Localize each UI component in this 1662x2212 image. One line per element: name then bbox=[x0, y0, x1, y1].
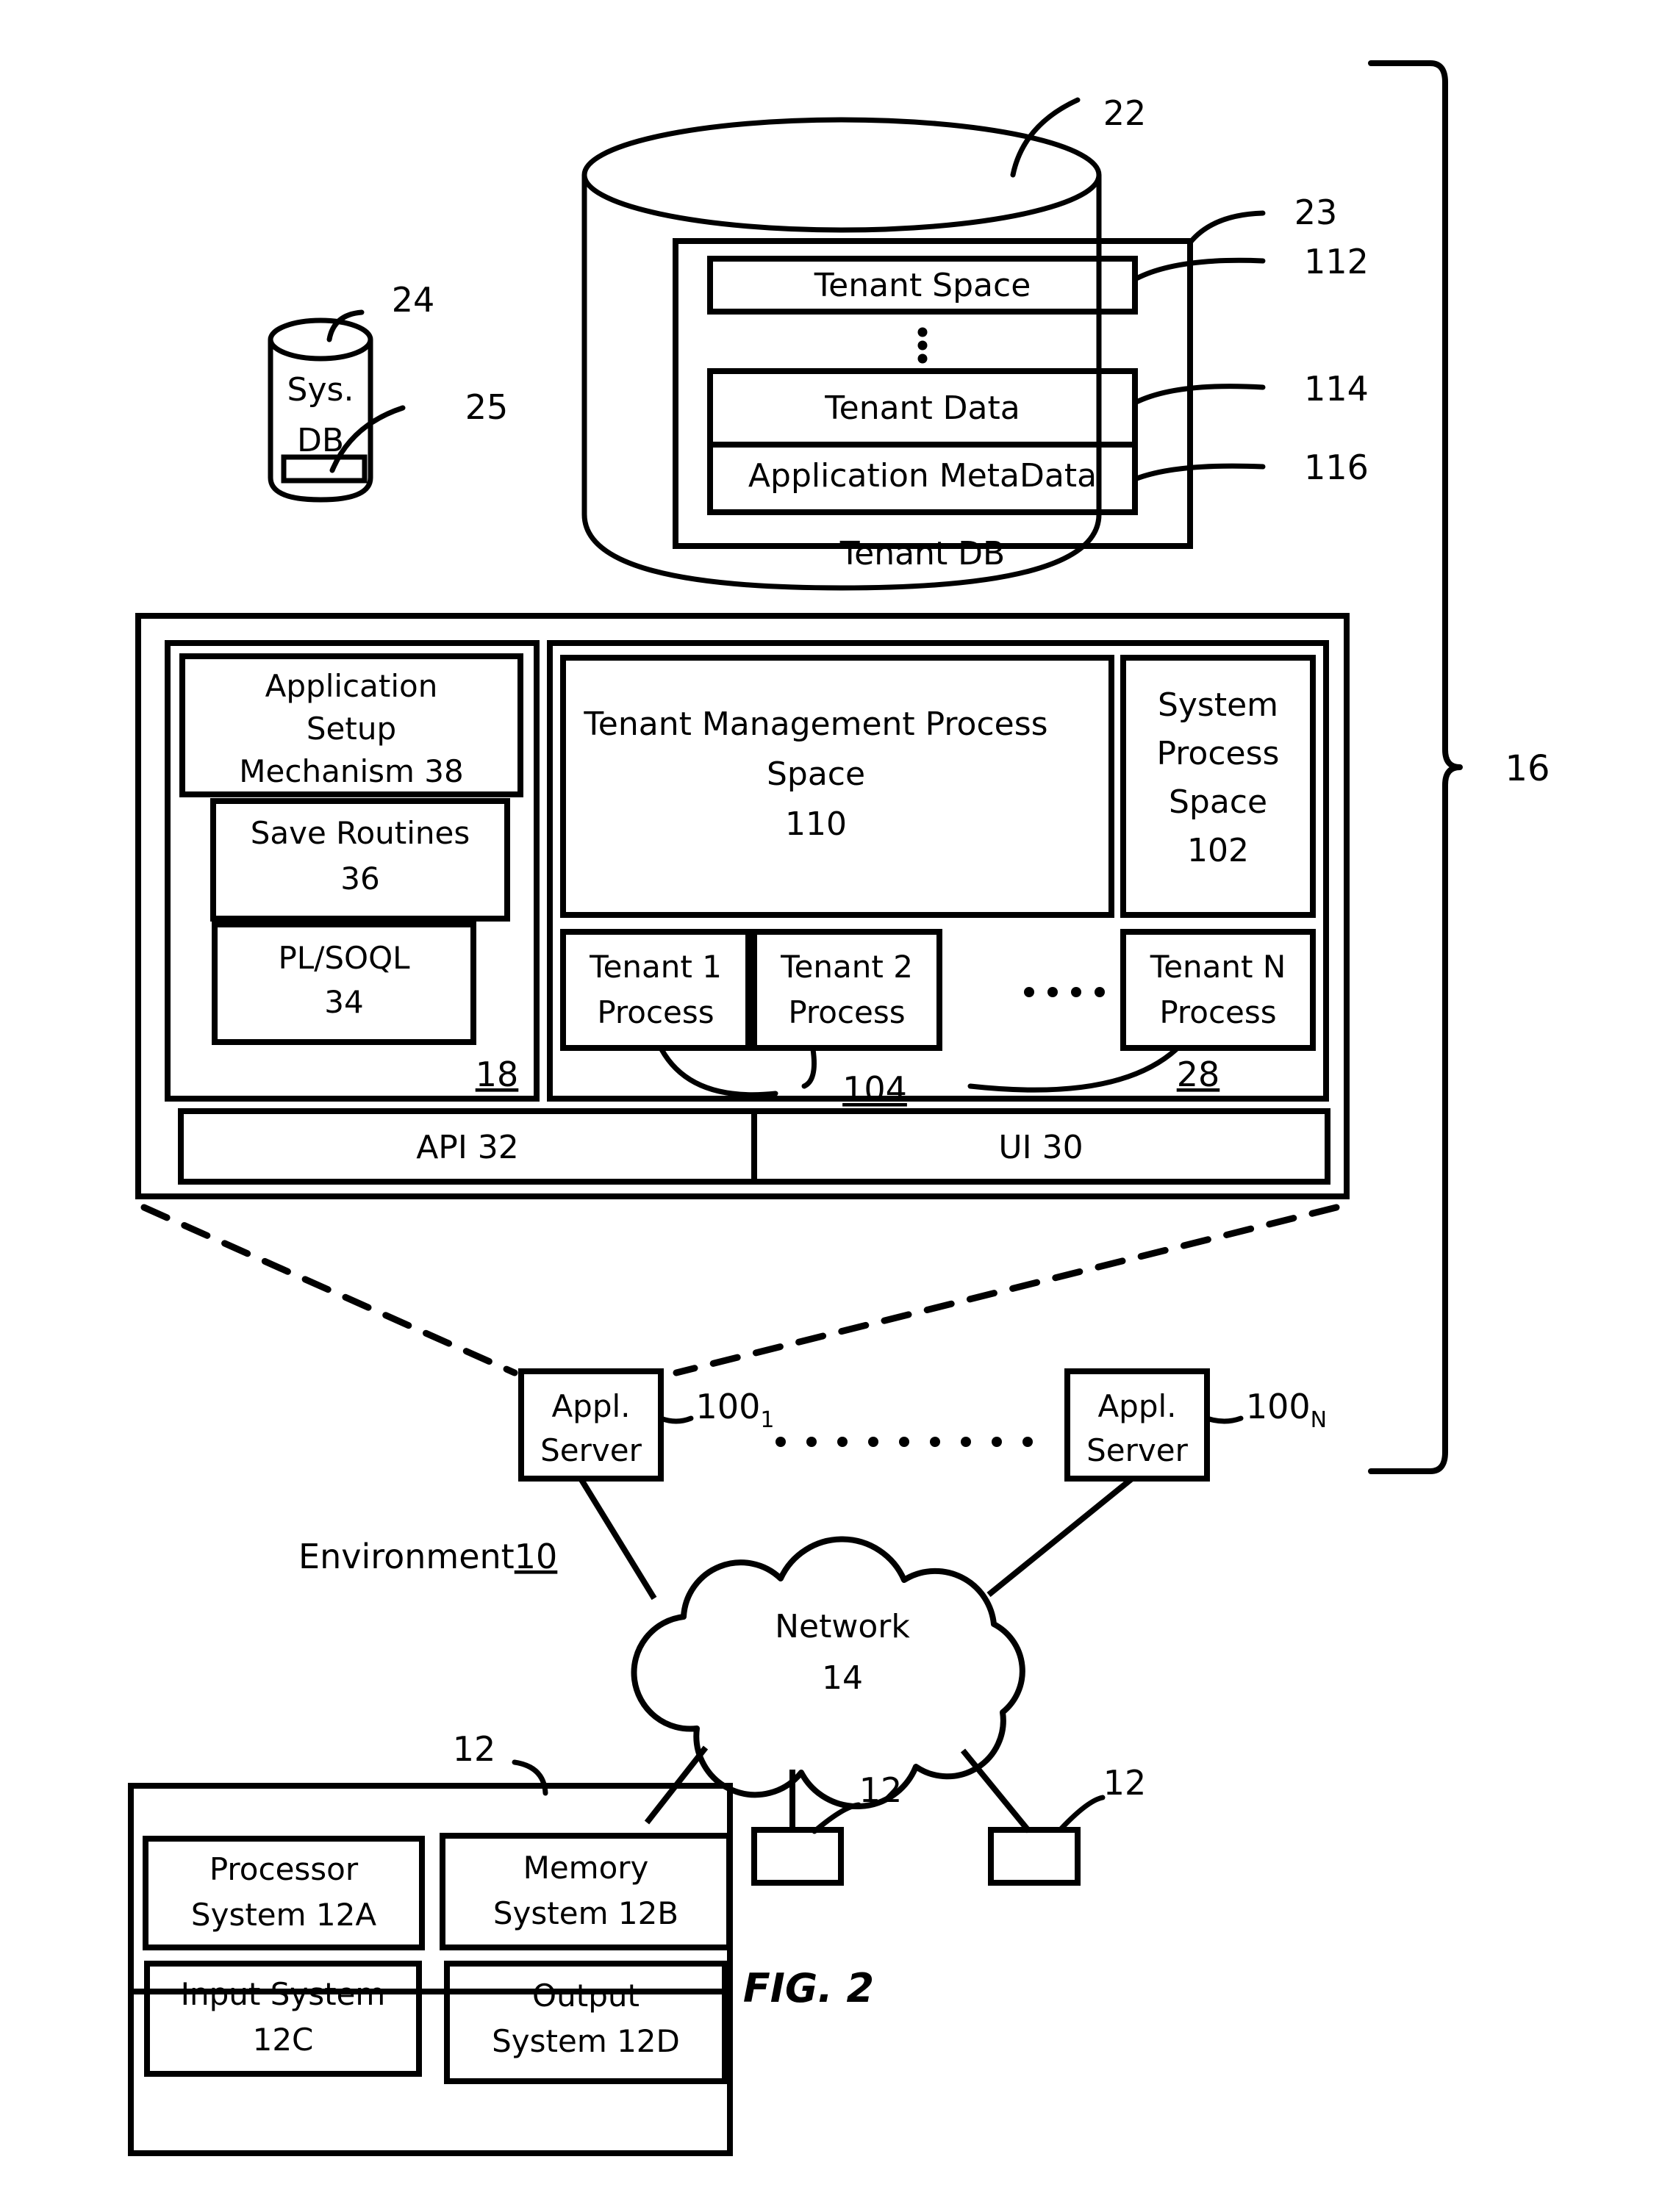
ref-104: 104 bbox=[842, 1069, 907, 1109]
appl-server-1-line2: Server bbox=[540, 1432, 642, 1468]
ref-18: 18 bbox=[476, 1055, 519, 1094]
ref-112: 112 bbox=[1304, 242, 1369, 281]
application-setup-mechanism-line3: Mechanism 38 bbox=[239, 753, 463, 789]
tenant-management-line2: Space bbox=[767, 755, 865, 793]
tenant-process-ellipsis-icon bbox=[1024, 987, 1105, 997]
tenant-2-process-line2: Process bbox=[788, 994, 905, 1030]
figure-caption: FIG. 2 bbox=[743, 1965, 874, 2011]
ui-label: UI 30 bbox=[998, 1129, 1083, 1166]
ref-23: 23 bbox=[1294, 193, 1338, 232]
system-process-line4: 102 bbox=[1187, 832, 1249, 869]
application-setup-mechanism-line1: Application bbox=[265, 668, 438, 704]
ref-100-1-base: 100 bbox=[696, 1387, 761, 1426]
system-process-line2: Process bbox=[1157, 735, 1280, 772]
ref-114: 114 bbox=[1304, 369, 1369, 409]
memory-system-line2: System 12B bbox=[493, 1895, 678, 1931]
tenant-db-caption: Tenant DB bbox=[839, 535, 1006, 572]
ref-22: 22 bbox=[1103, 93, 1147, 133]
ref-28: 28 bbox=[1177, 1055, 1220, 1094]
ref-116: 116 bbox=[1304, 448, 1369, 487]
tenant-db-ellipsis-icon bbox=[917, 327, 928, 364]
system-db-label-line2: DB bbox=[297, 422, 344, 459]
plsoql-line1: PL/SOQL bbox=[278, 940, 410, 976]
environment-ref: 10 bbox=[515, 1537, 558, 1576]
appl-server-1-line1: Appl. bbox=[551, 1388, 630, 1424]
input-system-line1: Input System bbox=[181, 1976, 386, 2012]
processor-system-line2: System 12A bbox=[191, 1897, 376, 1933]
tenant-n-process-line2: Process bbox=[1159, 994, 1276, 1030]
save-routines-line1: Save Routines bbox=[251, 815, 470, 851]
figure-text: Sys. DB 24 25 22 23 Tenant Space 112 Ten… bbox=[181, 93, 1550, 2059]
appl-server-n-line2: Server bbox=[1086, 1432, 1188, 1468]
tenant-data-label: Tenant Data bbox=[824, 389, 1020, 427]
ref-100-1-sub: 1 bbox=[760, 1407, 774, 1433]
output-system-line2: System 12D bbox=[492, 2023, 680, 2059]
network-label-line1: Network bbox=[775, 1608, 910, 1645]
ref-12-device2: 12 bbox=[1103, 1763, 1147, 1803]
tenant-n-process-line1: Tenant N bbox=[1150, 949, 1286, 985]
system-process-line1: System bbox=[1158, 686, 1278, 724]
output-system-line1: Output bbox=[532, 1978, 640, 2014]
appl-server-n-line1: Appl. bbox=[1097, 1388, 1176, 1424]
ref-24: 24 bbox=[392, 280, 435, 320]
tenant-2-process-line1: Tenant 2 bbox=[780, 949, 913, 985]
ref-16: 16 bbox=[1505, 748, 1550, 789]
appl-server-ellipsis-icon bbox=[776, 1437, 1033, 1447]
input-system-line2: 12C bbox=[253, 2022, 314, 2058]
application-setup-mechanism-line2: Setup bbox=[307, 711, 396, 747]
tenant-space-label: Tenant Space bbox=[814, 267, 1031, 304]
ref-25: 25 bbox=[465, 387, 509, 427]
tenant-management-line1: Tenant Management Process bbox=[583, 705, 1047, 743]
ref-12-device1: 12 bbox=[859, 1770, 903, 1810]
ref-100-n-sub: N bbox=[1311, 1407, 1327, 1433]
memory-system-line1: Memory bbox=[523, 1850, 649, 1886]
ref-12-usersystem: 12 bbox=[453, 1729, 496, 1769]
environment-label: Environment10 bbox=[298, 1537, 557, 1576]
system-db-label-line1: Sys. bbox=[287, 371, 354, 409]
application-metadata-label: Application MetaData bbox=[748, 457, 1097, 495]
patent-figure-2: Sys. DB 24 25 22 23 Tenant Space 112 Ten… bbox=[0, 0, 1662, 2212]
network-label-line2: 14 bbox=[822, 1659, 863, 1697]
tenant-1-process-line1: Tenant 1 bbox=[589, 949, 722, 985]
ref-100-n-base: 100 bbox=[1246, 1387, 1311, 1426]
ref-100-1: 1001 bbox=[696, 1387, 775, 1433]
tenant-management-line3: 110 bbox=[785, 805, 847, 843]
tenant-1-process-line2: Process bbox=[597, 994, 714, 1030]
api-label: API 32 bbox=[416, 1129, 519, 1166]
plsoql-line2: 34 bbox=[324, 984, 363, 1020]
processor-system-line1: Processor bbox=[209, 1851, 359, 1887]
ref-100-n: 100N bbox=[1246, 1387, 1327, 1433]
environment-label-text: Environment bbox=[298, 1537, 515, 1576]
save-routines-line2: 36 bbox=[340, 861, 379, 897]
system-process-line3: Space bbox=[1169, 783, 1267, 821]
